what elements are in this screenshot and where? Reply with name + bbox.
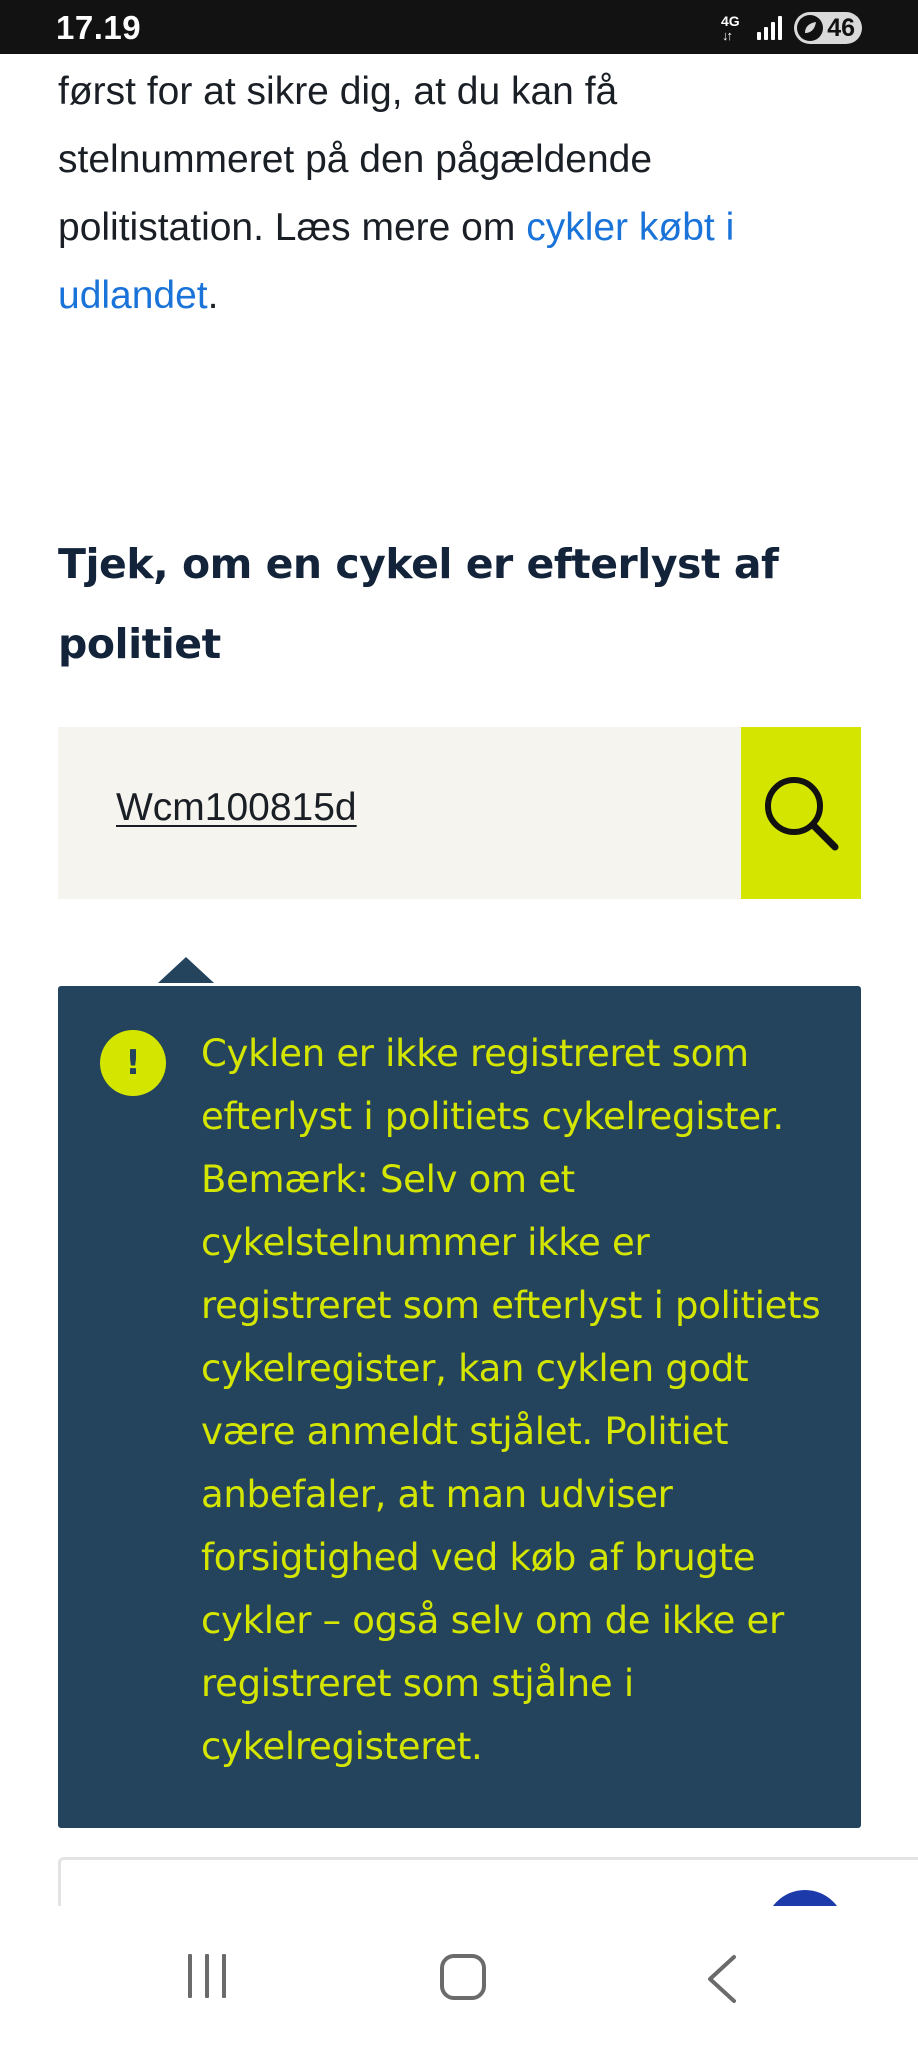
network-type-icon: 4G ↓↑	[721, 13, 740, 43]
search-icon	[765, 777, 839, 851]
intro-text-end: .	[207, 274, 219, 317]
navigation-bar	[0, 1906, 918, 2046]
battery-level: 46	[827, 14, 855, 42]
network-type-label: 4G	[721, 13, 740, 29]
search-result-panel: ! Cyklen er ikke registreret som efterly…	[58, 986, 861, 1828]
search-input-value: Wcm100815d	[116, 786, 357, 829]
exclamation-icon: !	[100, 1030, 166, 1096]
status-bar: 17.19 4G ↓↑ 46	[0, 0, 918, 54]
result-pointer	[158, 957, 214, 983]
back-icon[interactable]	[704, 1954, 740, 2004]
search-button[interactable]	[741, 727, 861, 899]
result-message: Cyklen er ikke registreret som efterlyst…	[201, 1032, 821, 1768]
status-time: 17.19	[56, 9, 142, 46]
recents-icon[interactable]	[188, 1954, 228, 1998]
battery-saver-icon	[797, 15, 823, 41]
frame-number-search-input[interactable]: Wcm100815d	[58, 727, 741, 899]
status-indicators: 4G ↓↑ 46	[721, 11, 862, 45]
section-title: Tjek, om en cykel er efterlyst af politi…	[58, 540, 779, 668]
battery-icon: 46	[794, 12, 862, 44]
signal-strength-icon	[757, 16, 782, 40]
home-icon[interactable]	[440, 1954, 486, 2000]
intro-paragraph: først for at sikre dig, at du kan få ste…	[58, 58, 858, 330]
